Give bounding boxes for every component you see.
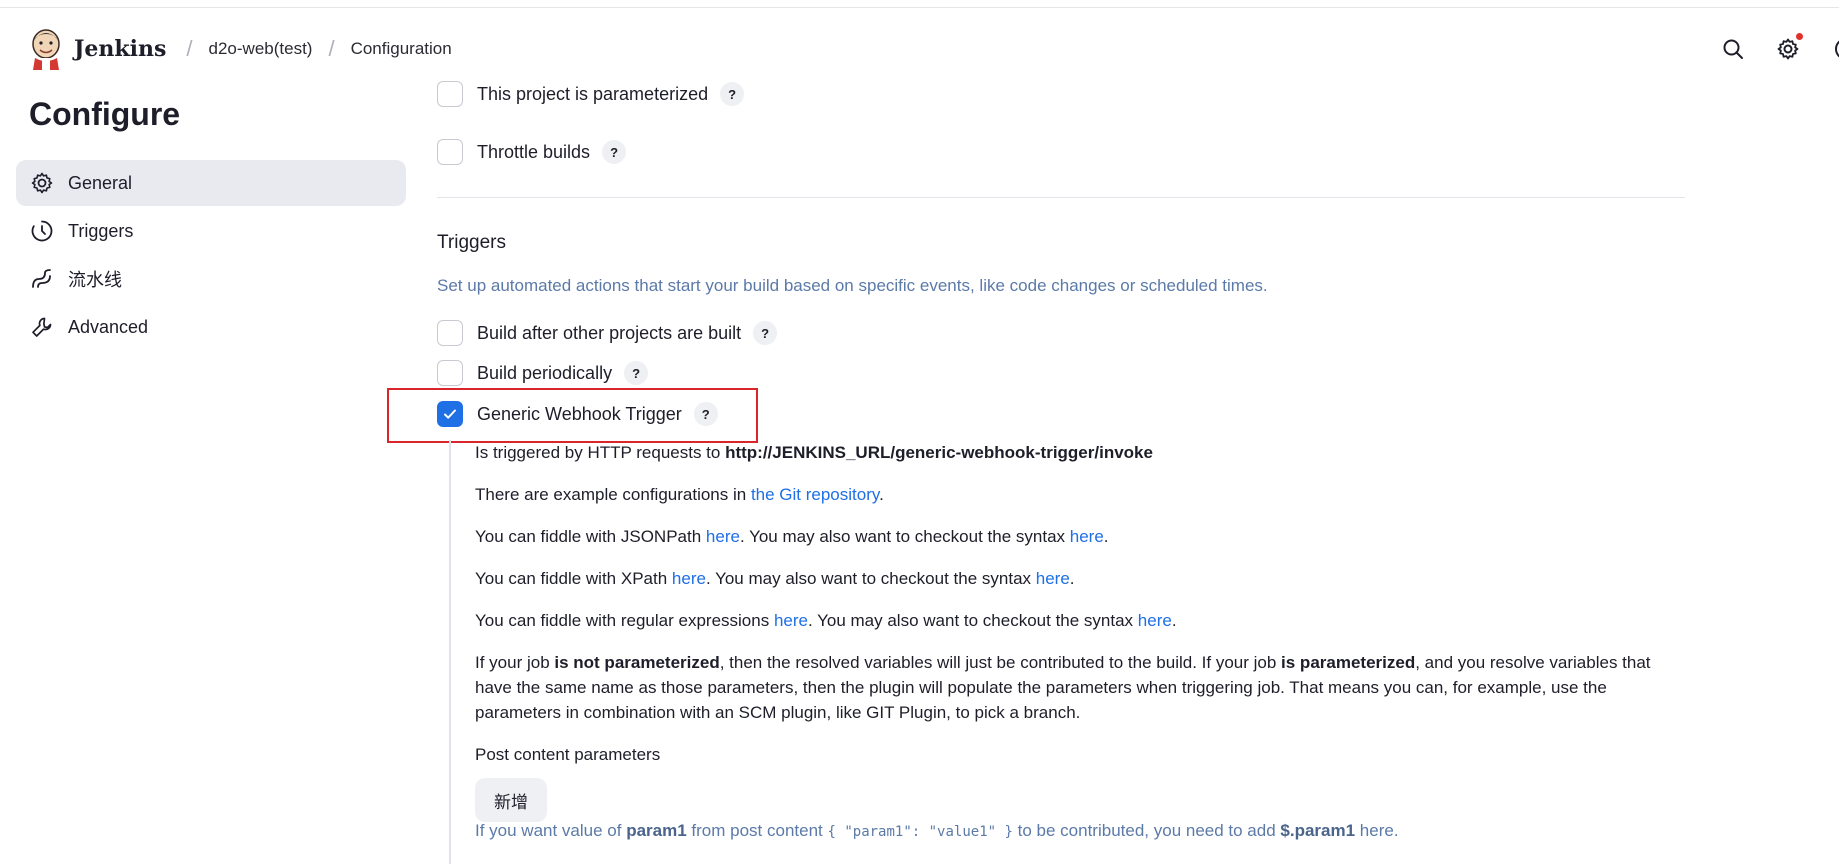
- brand-name[interactable]: Jenkins: [74, 36, 166, 62]
- hint-text-4: here.: [1355, 821, 1399, 840]
- parameterized-explanation: If your job is not parameterized, then t…: [475, 650, 1675, 725]
- user-button[interactable]: [1824, 32, 1839, 66]
- triggered-by-text: Is triggered by HTTP requests to http://…: [475, 440, 1675, 465]
- option-build-periodically: Build periodically ?: [437, 360, 649, 386]
- jenkins-logo-icon[interactable]: [28, 28, 64, 70]
- examples-text: There are example configurations in the …: [475, 482, 1675, 507]
- hint-param-name: param1: [626, 821, 687, 840]
- sidebar-item-general[interactable]: General: [16, 160, 406, 206]
- option-parameterized: This project is parameterized ?: [437, 81, 745, 107]
- regex-prefix: You can fiddle with regular expressions: [475, 611, 774, 630]
- hint-text-1: If you want value of: [475, 821, 627, 840]
- build-after-checkbox[interactable]: [437, 320, 463, 346]
- option-label: Throttle builds: [477, 141, 591, 162]
- top-border: [0, 0, 1839, 8]
- option-label: Build after other projects are built: [477, 322, 742, 343]
- option-build-after-other-projects: Build after other projects are built ?: [437, 320, 778, 346]
- jsonpath-text: You can fiddle with JSONPath here. You m…: [475, 524, 1675, 549]
- gear-icon: [1777, 38, 1799, 60]
- regex-fiddle-link[interactable]: here: [774, 611, 808, 630]
- hint-text-3: to be contributed, you need to add: [1012, 821, 1281, 840]
- page-title: Configure: [29, 96, 181, 132]
- param-bold-1: is not parameterized: [554, 653, 720, 672]
- search-icon: [1723, 39, 1743, 59]
- build-periodically-checkbox[interactable]: [437, 360, 463, 386]
- help-icon[interactable]: ?: [602, 140, 627, 164]
- header-actions: [1714, 32, 1839, 66]
- syntax-middle: . You may also want to checkout the synt…: [807, 611, 1138, 630]
- sidebar-item-label: Advanced: [68, 316, 149, 337]
- sidebar-item-label: General: [68, 172, 133, 193]
- examples-prefix: There are example configurations in: [475, 485, 751, 504]
- help-icon[interactable]: ?: [624, 361, 649, 385]
- pipeline-icon: [32, 269, 51, 288]
- sidebar-item-triggers[interactable]: Triggers: [16, 208, 406, 254]
- sidebar-item-advanced[interactable]: Advanced: [16, 304, 406, 350]
- jsonpath-prefix: You can fiddle with JSONPath: [475, 527, 706, 546]
- post-content-label: Post content parameters: [475, 745, 661, 764]
- option-throttle-builds: Throttle builds ?: [437, 139, 627, 165]
- hint-text-2: from post content: [686, 821, 828, 840]
- section-divider: [437, 197, 1685, 198]
- clock-icon: [31, 220, 53, 242]
- regex-text: You can fiddle with regular expressions …: [475, 608, 1675, 633]
- option-label: Build periodically: [477, 362, 613, 383]
- add-post-content-button[interactable]: 新增: [475, 778, 547, 822]
- post-content-hint: If you want value of param1 from post co…: [475, 821, 1399, 841]
- triggered-prefix: Is triggered by HTTP requests to: [475, 443, 726, 462]
- throttle-builds-checkbox[interactable]: [437, 139, 463, 165]
- header: Jenkins / d2o-web(test) / Configuration: [28, 26, 452, 72]
- parameterized-checkbox[interactable]: [437, 81, 463, 107]
- param-text-2: , then the resolved variables will just …: [719, 653, 1282, 672]
- breadcrumb-project[interactable]: d2o-web(test): [209, 39, 313, 59]
- param-text-1: If your job: [475, 653, 555, 672]
- jsonpath-fiddle-link[interactable]: here: [706, 527, 740, 546]
- annotation-highlight-box: [387, 388, 758, 443]
- triggers-section-description: Set up automated actions that start your…: [437, 276, 1268, 295]
- xpath-fiddle-link[interactable]: here: [672, 569, 706, 588]
- period: .: [1171, 611, 1177, 630]
- sidebar-item-pipeline[interactable]: 流水线: [16, 256, 406, 302]
- sidebar-item-label: Triggers: [68, 220, 134, 241]
- breadcrumb-separator: /: [186, 36, 193, 61]
- gear-icon: [31, 172, 53, 194]
- period: .: [879, 485, 884, 504]
- nested-section-line: [449, 440, 451, 864]
- notification-dot: [1796, 33, 1803, 40]
- wrench-icon: [32, 317, 52, 337]
- period: .: [1069, 569, 1075, 588]
- period: .: [1103, 527, 1109, 546]
- xpath-text: You can fiddle with XPath here. You may …: [475, 566, 1675, 591]
- syntax-middle: . You may also want to checkout the synt…: [739, 527, 1070, 546]
- help-icon[interactable]: ?: [720, 82, 745, 106]
- option-label: This project is parameterized: [477, 83, 709, 104]
- regex-syntax-link[interactable]: here: [1138, 611, 1172, 630]
- webhook-url: http://JENKINS_URL/generic-webhook-trigg…: [725, 443, 1153, 462]
- breadcrumb-current: Configuration: [350, 39, 452, 58]
- user-icon: [1835, 40, 1839, 58]
- hint-code-sample: { "param1": "value1" }: [827, 824, 1013, 840]
- sidebar-item-label: 流水线: [68, 270, 122, 290]
- xpath-syntax-link[interactable]: here: [1036, 569, 1070, 588]
- manage-jenkins-button[interactable]: [1769, 32, 1807, 66]
- breadcrumb-separator: /: [328, 36, 335, 61]
- param-bold-2: is parameterized: [1281, 653, 1416, 672]
- xpath-prefix: You can fiddle with XPath: [475, 569, 672, 588]
- help-icon[interactable]: ?: [753, 321, 778, 345]
- triggers-section-title: Triggers: [437, 232, 506, 253]
- search-button[interactable]: [1714, 32, 1752, 66]
- git-repository-link[interactable]: the Git repository: [751, 485, 879, 504]
- hint-expression: $.param1: [1280, 821, 1356, 840]
- jsonpath-syntax-link[interactable]: here: [1070, 527, 1104, 546]
- syntax-middle: . You may also want to checkout the synt…: [705, 569, 1036, 588]
